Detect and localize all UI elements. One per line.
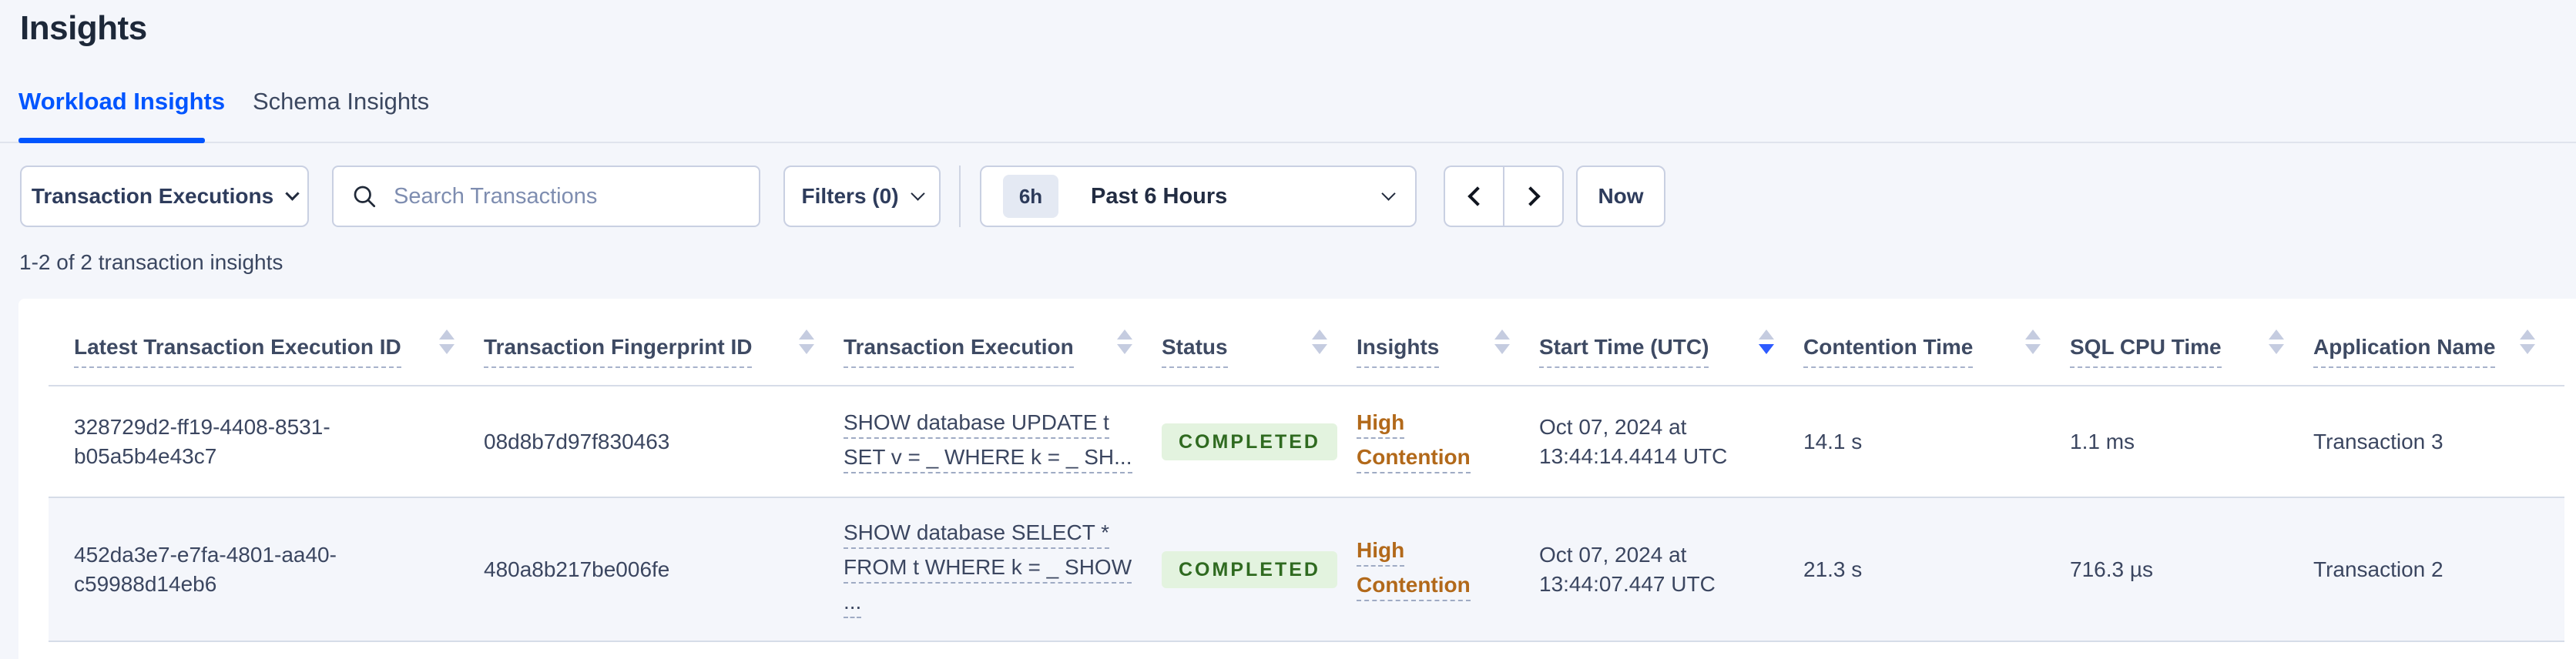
column-header-sql-cpu-time[interactable]: SQL CPU Time	[2070, 299, 2313, 386]
sort-icon	[1494, 330, 1510, 354]
search-container	[332, 166, 760, 227]
column-header-transaction-fingerprint-id[interactable]: Transaction Fingerprint ID	[484, 299, 844, 386]
table-header-row: Latest Transaction Execution ID Transact…	[49, 299, 2564, 386]
application-name-cell: Transaction 3	[2313, 386, 2564, 498]
transaction-execution-cell: SHOW database UPDATE t SET v = _ WHERE k…	[844, 386, 1162, 498]
high-contention-link[interactable]: High Contention	[1357, 538, 1471, 601]
transaction-type-dropdown-label: Transaction Executions	[31, 184, 274, 208]
fingerprint-id-cell: 08d8b7d97f830463	[484, 386, 844, 498]
tabs-divider	[0, 142, 2576, 143]
filters-dropdown[interactable]: Filters (0)	[783, 166, 941, 227]
start-time-cell: Oct 07, 2024 at 13:44:14.4414 UTC	[1539, 386, 1803, 498]
insights-cell: High Contention	[1357, 497, 1539, 642]
column-header-latest-transaction-execution-id[interactable]: Latest Transaction Execution ID	[49, 299, 484, 386]
status-cell: COMPLETED	[1162, 386, 1357, 498]
execution-id-cell: 452da3e7-e7fa-4801-aa40- c59988d14eb6	[49, 497, 484, 642]
start-time-cell: Oct 07, 2024 at 13:44:07.447 UTC	[1539, 497, 1803, 642]
now-button-label: Now	[1598, 184, 1644, 208]
transaction-type-dropdown[interactable]: Transaction Executions	[20, 166, 309, 227]
column-header-contention-time[interactable]: Contention Time	[1803, 299, 2070, 386]
execution-id-cell: 328729d2-ff19-4408-8531- b05a5b4e43c7	[49, 386, 484, 498]
sort-icon	[799, 330, 814, 354]
page-title: Insights	[20, 9, 147, 47]
insights-cell: High Contention	[1357, 386, 1539, 498]
column-header-transaction-execution[interactable]: Transaction Execution	[844, 299, 1162, 386]
sort-icon	[2025, 330, 2041, 354]
fingerprint-id-cell: 480a8b217be006fe	[484, 497, 844, 642]
transaction-insights-table: Latest Transaction Execution ID Transact…	[49, 299, 2564, 642]
transaction-execution-link[interactable]: SHOW database SELECT * FROM t WHERE k = …	[844, 520, 1132, 618]
search-input[interactable]	[332, 166, 760, 227]
chevron-down-icon	[910, 186, 925, 201]
chevron-left-icon	[1467, 186, 1488, 206]
table-row: 328729d2-ff19-4408-8531- b05a5b4e43c7 08…	[49, 386, 2564, 498]
chevron-down-icon	[285, 186, 300, 201]
contention-time-cell: 21.3 s	[1803, 497, 2070, 642]
time-range-dropdown[interactable]: 6h Past 6 Hours	[980, 166, 1417, 227]
tab-schema-insights[interactable]: Schema Insights	[253, 88, 429, 115]
contention-time-cell: 14.1 s	[1803, 386, 2070, 498]
status-badge: COMPLETED	[1162, 423, 1337, 460]
status-badge: COMPLETED	[1162, 550, 1337, 588]
high-contention-link[interactable]: High Contention	[1357, 410, 1471, 473]
sort-desc-icon	[1759, 330, 1774, 354]
sort-icon	[2520, 330, 2535, 354]
next-time-range-button[interactable]	[1504, 166, 1564, 227]
now-button[interactable]: Now	[1576, 166, 1665, 227]
previous-time-range-button[interactable]	[1444, 166, 1504, 227]
column-header-insights[interactable]: Insights	[1357, 299, 1539, 386]
insights-page: Insights Workload Insights Schema Insigh…	[0, 0, 2576, 659]
sort-icon	[1312, 330, 1327, 354]
search-icon	[354, 186, 376, 208]
sql-cpu-time-cell: 716.3 µs	[2070, 497, 2313, 642]
column-header-application-name[interactable]: Application Name	[2313, 299, 2564, 386]
application-name-cell: Transaction 2	[2313, 497, 2564, 642]
tab-workload-insights[interactable]: Workload Insights	[18, 88, 225, 115]
time-range-label: Past 6 Hours	[1091, 183, 1228, 209]
status-cell: COMPLETED	[1162, 497, 1357, 642]
results-summary: 1-2 of 2 transaction insights	[19, 250, 283, 274]
sort-icon	[2269, 330, 2284, 354]
transaction-execution-link[interactable]: SHOW database UPDATE t SET v = _ WHERE k…	[844, 410, 1132, 473]
column-header-start-time[interactable]: Start Time (UTC)	[1539, 299, 1803, 386]
time-range-arrows	[1444, 166, 1564, 227]
time-range-badge: 6h	[1003, 175, 1058, 218]
chevron-right-icon	[1520, 186, 1541, 206]
sql-cpu-time-cell: 1.1 ms	[2070, 386, 2313, 498]
column-header-status[interactable]: Status	[1162, 299, 1357, 386]
sort-icon	[439, 330, 454, 354]
active-tab-underline	[18, 138, 205, 143]
transaction-execution-cell: SHOW database SELECT * FROM t WHERE k = …	[844, 497, 1162, 642]
toolbar-separator	[959, 166, 961, 227]
table-row: 452da3e7-e7fa-4801-aa40- c59988d14eb6 48…	[49, 497, 2564, 642]
sort-icon	[1117, 330, 1132, 354]
chevron-down-icon	[1381, 186, 1396, 201]
filters-dropdown-label: Filters (0)	[801, 184, 899, 208]
